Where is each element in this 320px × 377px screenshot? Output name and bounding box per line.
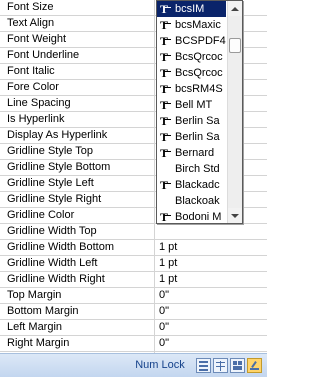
font-option[interactable]: T Bell MT bbox=[157, 97, 226, 113]
property-row[interactable]: Right Margin 0" bbox=[0, 336, 267, 352]
property-name: Fore Color bbox=[0, 80, 155, 95]
property-name: Right Margin bbox=[0, 336, 155, 351]
property-name: Top Margin bbox=[0, 288, 155, 303]
property-name: Display As Hyperlink bbox=[0, 128, 155, 143]
truetype-icon: T bbox=[160, 131, 172, 143]
form-view-icon[interactable] bbox=[196, 358, 211, 373]
truetype-icon: T bbox=[160, 115, 172, 127]
property-name: Gridline Style Right bbox=[0, 192, 155, 207]
font-option[interactable]: T BcsQrcoc bbox=[157, 49, 226, 65]
property-row[interactable]: Gridline Width Bottom 1 pt bbox=[0, 240, 267, 256]
property-name: Gridline Width Bottom bbox=[0, 240, 155, 255]
font-option[interactable]: T BcsQrcoc bbox=[157, 65, 226, 81]
font-list[interactable]: TbcsIM TbcsMaxic T BCSPDF4 T BcsQrcoc T BcsQrco… bbox=[157, 1, 226, 223]
font-option[interactable]: T Bodoni M bbox=[157, 209, 226, 223]
truetype-icon: T bbox=[160, 67, 172, 79]
truetype-icon: T bbox=[160, 99, 172, 111]
property-name: Font Italic bbox=[0, 64, 155, 79]
property-name: Font Size bbox=[0, 0, 155, 15]
status-bar: Num Lock bbox=[0, 353, 267, 377]
property-name: Line Spacing bbox=[0, 96, 155, 111]
property-row[interactable]: Gridline Width Right 1 pt bbox=[0, 272, 267, 288]
property-name: Gridline Width Right bbox=[0, 272, 155, 287]
truetype-icon: T bbox=[160, 3, 172, 15]
font-option[interactable]: T Bernard bbox=[157, 145, 226, 161]
font-option[interactable]: T BCSPDF4 bbox=[157, 33, 226, 49]
property-row[interactable]: Left Margin 0" bbox=[0, 320, 267, 336]
font-option-label: bcsIM bbox=[175, 3, 205, 15]
property-value[interactable]: 1 pt bbox=[156, 256, 267, 271]
font-name-dropdown-list[interactable]: TbcsIM TbcsMaxic T BCSPDF4 T BcsQrcoc T BcsQrco… bbox=[156, 0, 243, 224]
font-option-label: BcsQrcoc bbox=[175, 51, 223, 63]
property-name: Left Margin bbox=[0, 320, 155, 335]
truetype-icon: T bbox=[160, 19, 172, 31]
font-option-label: Blackadc bbox=[175, 179, 220, 191]
truetype-icon: T bbox=[160, 51, 172, 63]
font-option-label: Bodoni M bbox=[175, 211, 222, 223]
property-name: Text Align bbox=[0, 16, 155, 31]
scroll-thumb[interactable] bbox=[229, 38, 241, 53]
font-option[interactable]: Birch Std bbox=[157, 161, 226, 177]
font-option-label: Bell MT bbox=[175, 99, 213, 111]
property-value[interactable]: 0" bbox=[156, 336, 267, 351]
truetype-icon: T bbox=[160, 83, 172, 95]
property-name: Gridline Width Left bbox=[0, 256, 155, 271]
font-option-label: Birch Std bbox=[175, 163, 220, 175]
font-option[interactable]: T Berlin Sa bbox=[157, 113, 226, 129]
property-name: Bottom Margin bbox=[0, 304, 155, 319]
font-option-label: Berlin Sa bbox=[175, 115, 220, 127]
font-option[interactable]: TbcsMaxic bbox=[157, 17, 226, 33]
layout-view-icon[interactable] bbox=[230, 358, 245, 373]
font-option-label: Berlin Sa bbox=[175, 131, 220, 143]
font-option[interactable]: T Blackadc bbox=[157, 177, 226, 193]
truetype-icon: T bbox=[160, 179, 172, 191]
property-name: Gridline Color bbox=[0, 208, 155, 223]
property-name: Font Weight bbox=[0, 32, 155, 47]
scroll-up-button[interactable] bbox=[228, 1, 242, 16]
property-name: Font Underline bbox=[0, 48, 155, 63]
property-value[interactable]: 0" bbox=[156, 320, 267, 335]
font-option-label: BCSPDF4 bbox=[175, 35, 226, 47]
property-name: Gridline Style Left bbox=[0, 176, 155, 191]
font-option-label: Blackoak bbox=[175, 195, 220, 207]
arrow-down-icon bbox=[231, 213, 239, 218]
design-view-icon[interactable] bbox=[247, 358, 262, 373]
truetype-icon: T bbox=[160, 35, 172, 47]
num-lock-indicator: Num Lock bbox=[135, 359, 185, 371]
property-value[interactable]: 1 pt bbox=[156, 272, 267, 287]
font-option[interactable]: Blackoak bbox=[157, 193, 226, 209]
font-option[interactable]: TbcsRM4S bbox=[157, 81, 226, 97]
arrow-up-icon bbox=[231, 6, 239, 11]
datasheet-view-icon[interactable] bbox=[213, 358, 228, 373]
font-option-label: bcsRM4S bbox=[175, 83, 223, 95]
scroll-down-button[interactable] bbox=[228, 208, 242, 223]
truetype-icon: T bbox=[160, 211, 172, 223]
font-option[interactable]: TbcsIM bbox=[157, 1, 226, 17]
property-value[interactable]: 0" bbox=[156, 304, 267, 319]
truetype-icon: T bbox=[160, 147, 172, 159]
property-name: Gridline Style Top bbox=[0, 144, 155, 159]
font-option[interactable]: T Berlin Sa bbox=[157, 129, 226, 145]
dropdown-scrollbar[interactable] bbox=[227, 1, 242, 223]
property-value[interactable] bbox=[156, 224, 267, 239]
property-name: Is Hyperlink bbox=[0, 112, 155, 127]
font-option-label: Bernard bbox=[175, 147, 215, 159]
property-value[interactable]: 0" bbox=[156, 288, 267, 303]
property-row[interactable]: Gridline Width Top bbox=[0, 224, 267, 240]
property-row[interactable]: Bottom Margin 0" bbox=[0, 304, 267, 320]
font-option-label: bcsMaxic bbox=[175, 19, 221, 31]
property-name: Gridline Width Top bbox=[0, 224, 155, 239]
property-name: Gridline Style Bottom bbox=[0, 160, 155, 175]
font-option-label: BcsQrcoc bbox=[175, 67, 223, 79]
property-value[interactable]: 1 pt bbox=[156, 240, 267, 255]
property-row[interactable]: Gridline Width Left 1 pt bbox=[0, 256, 267, 272]
property-row[interactable]: Top Margin 0" bbox=[0, 288, 267, 304]
